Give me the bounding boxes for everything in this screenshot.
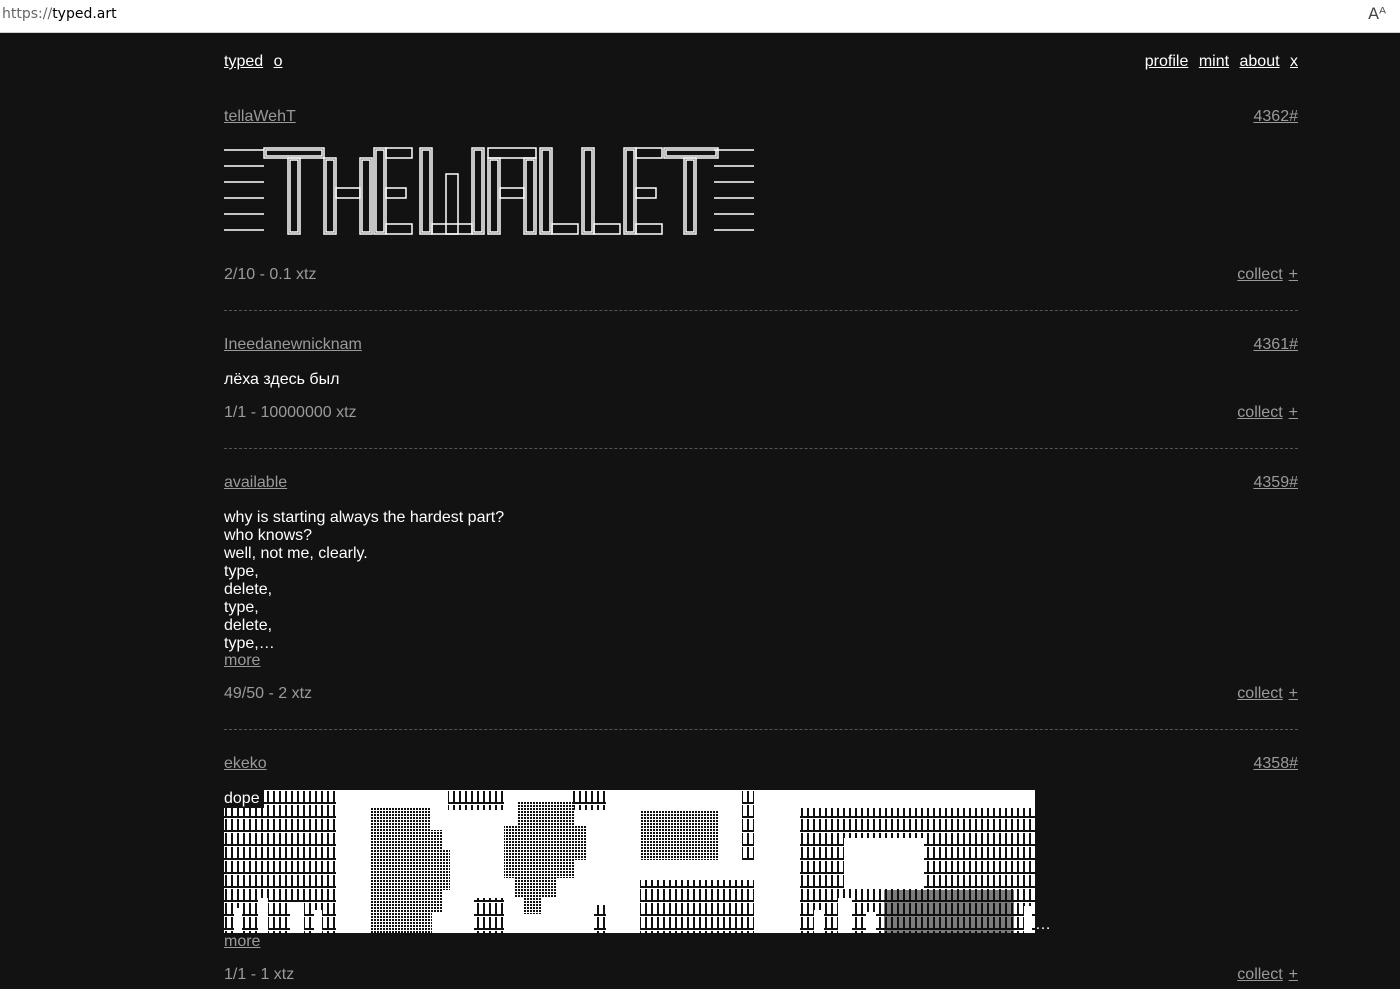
ascii-art-dope [224, 790, 1035, 933]
post-footer: 2/10 - 0.1 xtz collect + [224, 266, 1298, 286]
nav-right: profile mint about x [1139, 53, 1298, 71]
more-link[interactable]: more [224, 933, 260, 951]
post-header: ekeko 4358# [224, 755, 1298, 775]
post-text: why is starting always the hardest part?… [224, 509, 505, 652]
add-plus-link[interactable]: + [1289, 966, 1298, 983]
post-divider [224, 448, 1298, 449]
reader-mode-icon[interactable]: Aᴬ [1368, 4, 1386, 23]
post-text: лёха здесь был [224, 371, 340, 388]
nav-link-o[interactable]: o [274, 53, 283, 70]
post-divider [224, 729, 1298, 730]
post-header: Ineedanewnicknam 4361# [224, 336, 1298, 356]
more-link[interactable]: more [224, 652, 260, 670]
add-plus-link[interactable]: + [1289, 266, 1298, 283]
nav-link-x[interactable]: x [1290, 53, 1298, 70]
main-page: typed o profile mint about x tellaWehT 4… [224, 33, 1298, 989]
ascii-art-the-wallet [224, 147, 754, 235]
nav-link-profile[interactable]: profile [1145, 53, 1189, 70]
collect-link[interactable]: collect [1237, 685, 1282, 702]
post-footer: 1/1 - 10000000 xtz collect + [224, 404, 1298, 424]
post-price: 1/1 - 1 xtz [224, 966, 295, 983]
art-ellipsis: … [1035, 916, 1051, 933]
post-author-link[interactable]: available [224, 474, 287, 492]
add-plus-link[interactable]: + [1289, 404, 1298, 421]
collect-link[interactable]: collect [1237, 404, 1282, 421]
post-4361: Ineedanewnicknam 4361# лёха здесь был 1/… [224, 336, 1298, 436]
nav-left: typed o [224, 53, 289, 71]
post-number-link[interactable]: 4361# [1254, 336, 1299, 354]
post-4358: ekeko 4358# dope … more 1/1 - 1 xtz coll… [224, 755, 1298, 989]
post-footer: 1/1 - 1 xtz collect + [224, 966, 1298, 986]
post-number-link[interactable]: 4358# [1254, 755, 1299, 773]
post-author-link[interactable]: ekeko [224, 755, 267, 773]
post-header: available 4359# [224, 474, 1298, 494]
url-text[interactable]: https://typed.art [2, 6, 117, 22]
post-header: tellaWehT 4362# [224, 108, 1298, 128]
post-price: 49/50 - 2 xtz [224, 685, 313, 702]
post-4362: tellaWehT 4362# 2/10 - 0.1 xtz collect + [224, 108, 1298, 288]
collect-link[interactable]: collect [1237, 966, 1282, 983]
post-author-link[interactable]: Ineedanewnicknam [224, 336, 362, 354]
post-number-link[interactable]: 4362# [1254, 108, 1299, 126]
post-author-link[interactable]: tellaWehT [224, 108, 296, 126]
url-protocol: https:// [2, 6, 53, 22]
nav-link-typed[interactable]: typed [224, 53, 263, 70]
post-footer: 49/50 - 2 xtz collect + [224, 685, 1298, 705]
ascii-art-dope-container: dope … [224, 790, 1054, 933]
post-text: dope [224, 790, 264, 808]
post-price: 2/10 - 0.1 xtz [224, 266, 317, 283]
add-plus-link[interactable]: + [1289, 685, 1298, 702]
collect-link[interactable]: collect [1237, 266, 1282, 283]
browser-address-bar[interactable]: https://typed.art Aᴬ [0, 0, 1400, 33]
post-divider [224, 310, 1298, 311]
post-4359: available 4359# why is starting always t… [224, 474, 1298, 714]
top-navigation: typed o profile mint about x [224, 53, 1298, 75]
post-number-link[interactable]: 4359# [1254, 474, 1299, 492]
nav-link-mint[interactable]: mint [1199, 53, 1229, 70]
url-host: typed.art [52, 6, 117, 22]
post-price: 1/1 - 10000000 xtz [224, 404, 357, 421]
nav-link-about[interactable]: about [1240, 53, 1280, 70]
